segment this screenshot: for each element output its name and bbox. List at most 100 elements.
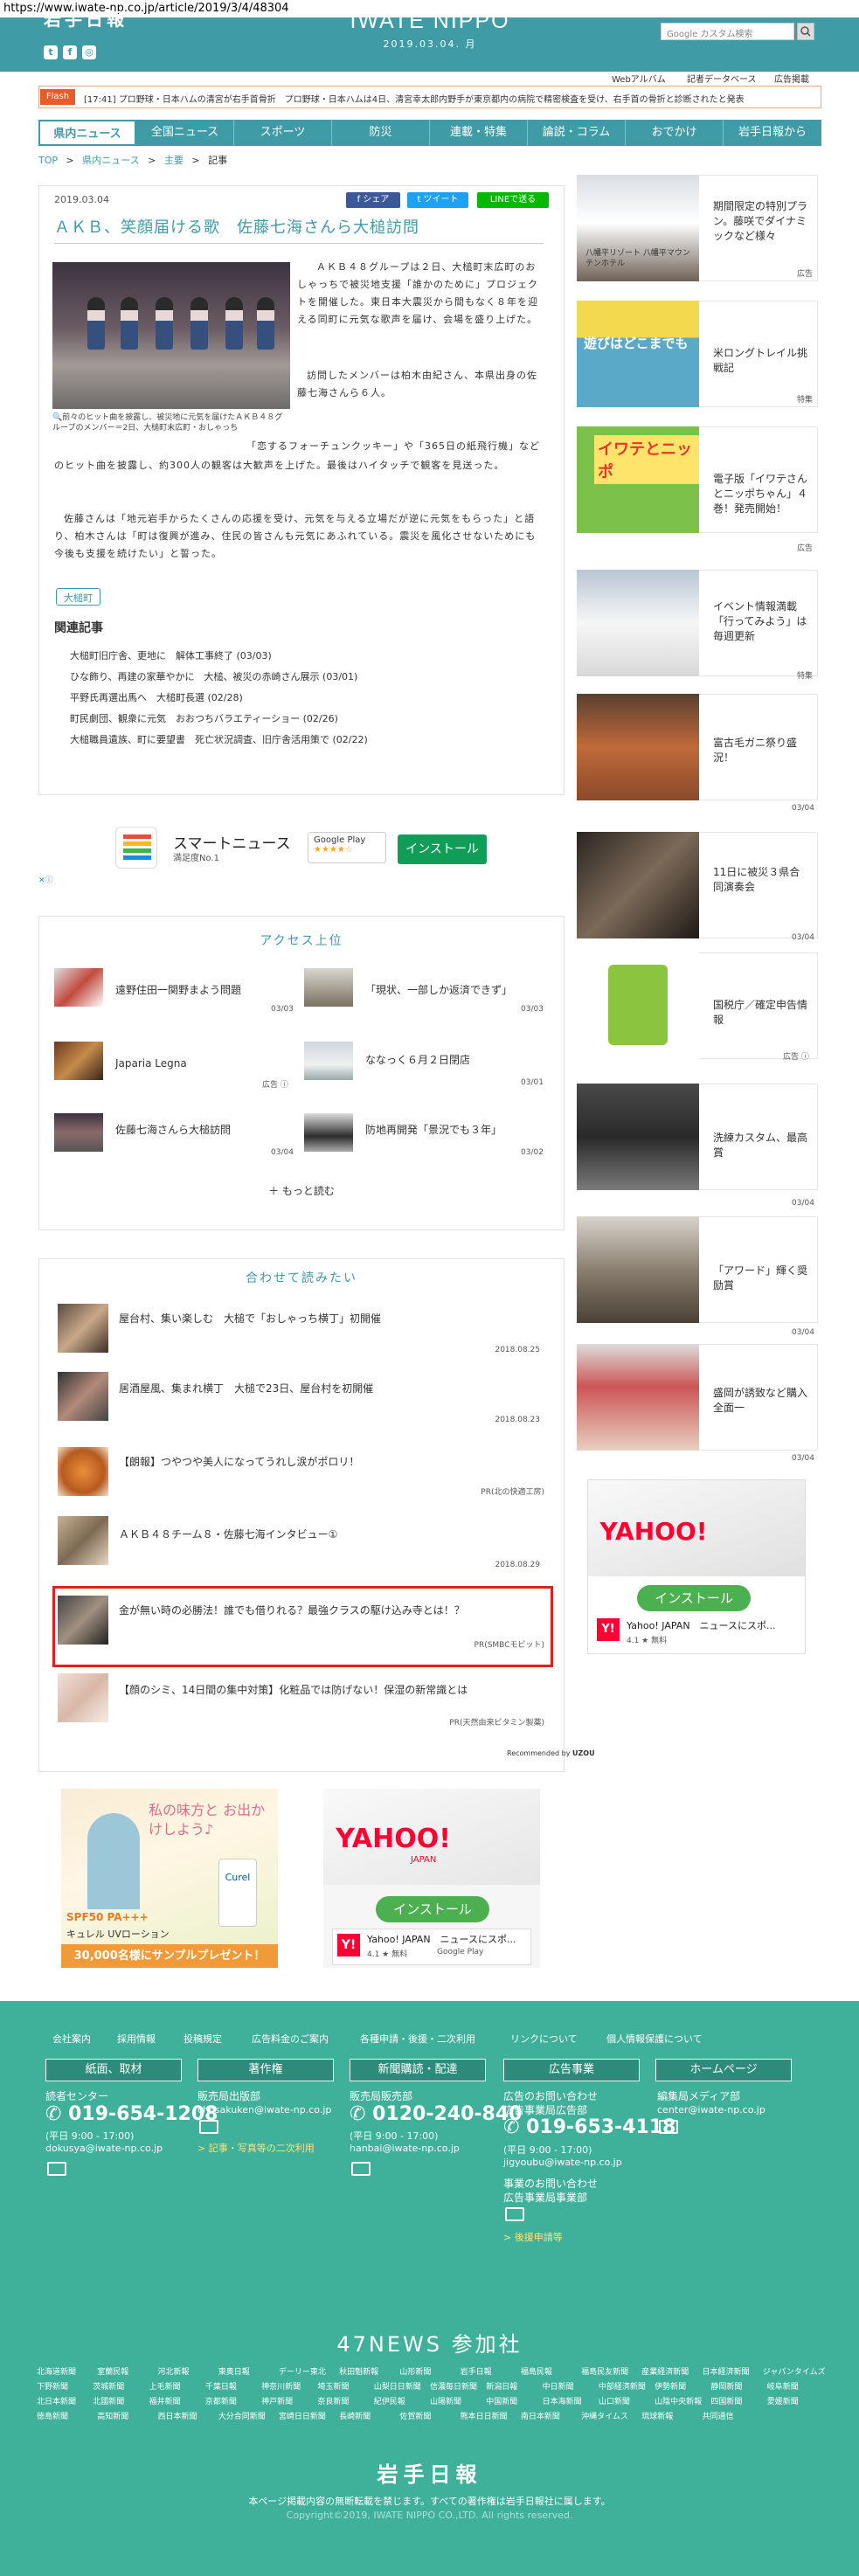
nav-column[interactable]: 論説・コラム [528, 120, 626, 146]
facebook-share-button[interactable]: f シェア [346, 192, 400, 208]
sidebar-item-text[interactable]: 電子版「イワテさんとニッポちゃん」４巻！発売開始！ [713, 472, 809, 516]
news47-member-link[interactable]: 福島民友新聞 [581, 2365, 628, 2377]
install-button[interactable]: インストール [376, 1896, 489, 1922]
news47-member-link[interactable]: 共同通信 [703, 2410, 734, 2421]
nav-sports[interactable]: スポーツ [234, 120, 332, 146]
footer-link-adrates[interactable]: 広告料金のご案内 [252, 2032, 329, 2046]
news47-member-link[interactable]: 神奈川新聞 [261, 2380, 301, 2392]
nav-disaster[interactable]: 防災 [332, 120, 430, 146]
sidebar-item-text[interactable]: 「アワード」輝く奨励賞 [713, 1264, 809, 1293]
news47-member-link[interactable]: 上毛新聞 [149, 2380, 181, 2392]
footer-mail[interactable]: hanbai@iwate-np.co.jp [350, 2143, 460, 2154]
rec-item-link[interactable]: 居酒屋風、集まれ横丁 大槌で23日、屋台村を初開催 [119, 1381, 373, 1395]
line-share-button[interactable]: LINEで送る [477, 192, 549, 208]
nav-local-news[interactable]: 県内ニュース [38, 120, 136, 146]
register-link[interactable]: 会員登録 [732, 5, 771, 19]
sidebar-thumb[interactable] [577, 1216, 699, 1323]
sidebar-thumb[interactable] [577, 1344, 699, 1451]
footer-phone[interactable]: ✆ 019-653-4118 [503, 2116, 675, 2138]
rec-thumb[interactable] [58, 1673, 108, 1722]
rank-thumb[interactable] [54, 968, 103, 1007]
news47-member-link[interactable]: 西日本新聞 [157, 2410, 197, 2421]
article-photo[interactable] [52, 262, 290, 409]
footer-mail[interactable]: chosakuken@iwate-np.co.jp [197, 2104, 331, 2116]
news47-member-link[interactable]: 琉球新報 [641, 2410, 673, 2421]
related-article-link[interactable]: 大槌職員遺族、町に要望書 死亡状況調査、旧庁舎活用策で (02/22) [70, 732, 368, 746]
footer-link-submission[interactable]: 投稿規定 [184, 2032, 222, 2046]
rank-thumb[interactable] [304, 1113, 353, 1152]
news47-member-link[interactable]: 日本海新聞 [543, 2395, 582, 2406]
nav-features[interactable]: 連載・特集 [430, 120, 528, 146]
news47-member-link[interactable]: 東奥日報 [218, 2365, 250, 2377]
mail-icon[interactable] [351, 2162, 371, 2176]
sidebar-item-text[interactable]: 洗練カスタム、最高賞 [713, 1131, 809, 1160]
news47-member-link[interactable]: 日本経済新聞 [703, 2365, 750, 2377]
related-article-link[interactable]: ひな飾り、再建の家華やかに 大槌、被災の赤崎さん展示 (03/01) [70, 669, 357, 683]
news47-member-link[interactable]: 室蘭民報 [97, 2365, 128, 2377]
sidebar-item-text[interactable]: 盛岡が誘致など購入全面一 [713, 1386, 809, 1416]
news47-member-link[interactable]: 山陰中央新報 [655, 2395, 702, 2406]
news47-member-link[interactable]: 茨城新聞 [93, 2380, 124, 2392]
breadcrumb-top[interactable]: TOP [38, 155, 58, 166]
footer-link-recruit[interactable]: 採用情報 [117, 2032, 156, 2046]
mail-icon[interactable] [199, 2120, 218, 2134]
news47-member-link[interactable]: 大分合同新聞 [218, 2410, 266, 2421]
news47-member-link[interactable]: 山陽新聞 [430, 2395, 461, 2406]
rec-item-link[interactable]: 【顔のシミ、14日間の集中対策】化粧品では防げない！保湿の新常識とは [119, 1682, 468, 1697]
facebook-icon[interactable]: f [63, 45, 77, 59]
news47-member-link[interactable]: 福島民報 [521, 2365, 552, 2377]
rank-item-link[interactable]: 佐藤七海さんら大槌訪問 [115, 1122, 231, 1137]
news47-member-link[interactable]: 中部経済新聞 [599, 2380, 646, 2392]
rank-thumb[interactable] [54, 1042, 103, 1080]
news47-member-link[interactable]: 秋田魁新報 [339, 2365, 378, 2377]
news47-member-link[interactable]: 高知新聞 [97, 2410, 128, 2421]
zoom-icon[interactable]: 🔍 [52, 413, 62, 422]
instagram-icon[interactable]: ◎ [82, 45, 96, 59]
search-button[interactable] [797, 23, 814, 40]
news47-member-link[interactable]: 神戸新聞 [261, 2395, 293, 2406]
news47-member-link[interactable]: 岩手日報 [461, 2365, 492, 2377]
install-button[interactable]: インストール [398, 834, 487, 864]
rec-thumb[interactable] [58, 1304, 108, 1353]
rec-item-link[interactable]: 【朗報】つやつや美人になってうれし涙がポロリ！ [119, 1454, 359, 1469]
sidebar-item-text[interactable]: イベント情報満載「行ってみよう」は毎週更新 [713, 599, 809, 644]
breadcrumb-main[interactable]: 主要 [164, 155, 184, 166]
sidebar-thumb[interactable] [577, 694, 699, 800]
rank-item-link[interactable]: 遠野住田一関野まよう問題 [115, 982, 241, 997]
rec-thumb[interactable] [58, 1596, 108, 1645]
news47-member-link[interactable]: 山形新聞 [399, 2365, 431, 2377]
footer-phone[interactable]: ✆ 0120-240-840 [350, 2103, 522, 2125]
rank-item-link[interactable]: 「現状、一部しか返済できず」 [365, 982, 512, 997]
footer-link-company[interactable]: 会社案内 [52, 2032, 91, 2046]
news47-member-link[interactable]: 山梨日日新聞 [374, 2380, 421, 2392]
yahoo-ad-side[interactable]: YAHOO! インストール Y! Yahoo! JAPAN ニュースにスポ...… [587, 1479, 806, 1654]
footer-mail[interactable]: dokusya@iwate-np.co.jp [45, 2143, 163, 2154]
brand-logo[interactable]: IWATE NIPPO [343, 9, 517, 34]
twitter-icon[interactable]: t [44, 45, 58, 59]
footer-mail[interactable]: center@iwate-np.co.jp [657, 2104, 765, 2116]
subnav-reporter-db[interactable]: 記者データベース [687, 72, 757, 85]
rec-item-link[interactable]: 金が無い時の必勝法！誰でも借りれる？最強クラスの駆け込み寺とは！？ [119, 1603, 465, 1617]
nav-national-news[interactable]: 全国ニュース [136, 120, 234, 146]
news47-member-link[interactable]: 中国新聞 [486, 2395, 517, 2406]
news47-member-link[interactable]: 奈良新聞 [317, 2395, 349, 2406]
rank-item-link[interactable]: Japaria Legna [115, 1057, 187, 1070]
mail-icon[interactable] [47, 2162, 66, 2176]
footer-link-support[interactable]: > 後援申請等 [503, 2230, 563, 2244]
news47-member-link[interactable]: 沖縄タイムス [581, 2410, 628, 2421]
news47-member-link[interactable]: 河北新報 [157, 2365, 189, 2377]
footer-link-requests[interactable]: 各種申請・後援・二次利用 [360, 2032, 475, 2046]
news47-member-link[interactable]: 下野新聞 [37, 2380, 68, 2392]
highlighted-ad-item[interactable] [52, 1586, 553, 1667]
footer-link-privacy[interactable]: 個人情報保護について [606, 2032, 703, 2046]
news47-member-link[interactable]: 長崎新聞 [339, 2410, 371, 2421]
news47-member-link[interactable]: 佐賀新聞 [399, 2410, 431, 2421]
recommended-by[interactable]: Recommended by UZOU [507, 1749, 595, 1757]
news47-member-link[interactable]: 福井新聞 [149, 2395, 181, 2406]
news47-member-link[interactable]: 産業経済新聞 [641, 2365, 689, 2377]
sidebar-thumb[interactable] [577, 832, 699, 938]
news47-member-link[interactable]: 中日新聞 [543, 2380, 574, 2392]
news47-member-link[interactable]: 北國新聞 [93, 2395, 124, 2406]
yahoo-ad-bottom[interactable]: YAHOO! JAPAN インストール Y! Yahoo! JAPAN ニュース… [323, 1789, 540, 1968]
news47-member-link[interactable]: 北日本新聞 [37, 2395, 76, 2406]
